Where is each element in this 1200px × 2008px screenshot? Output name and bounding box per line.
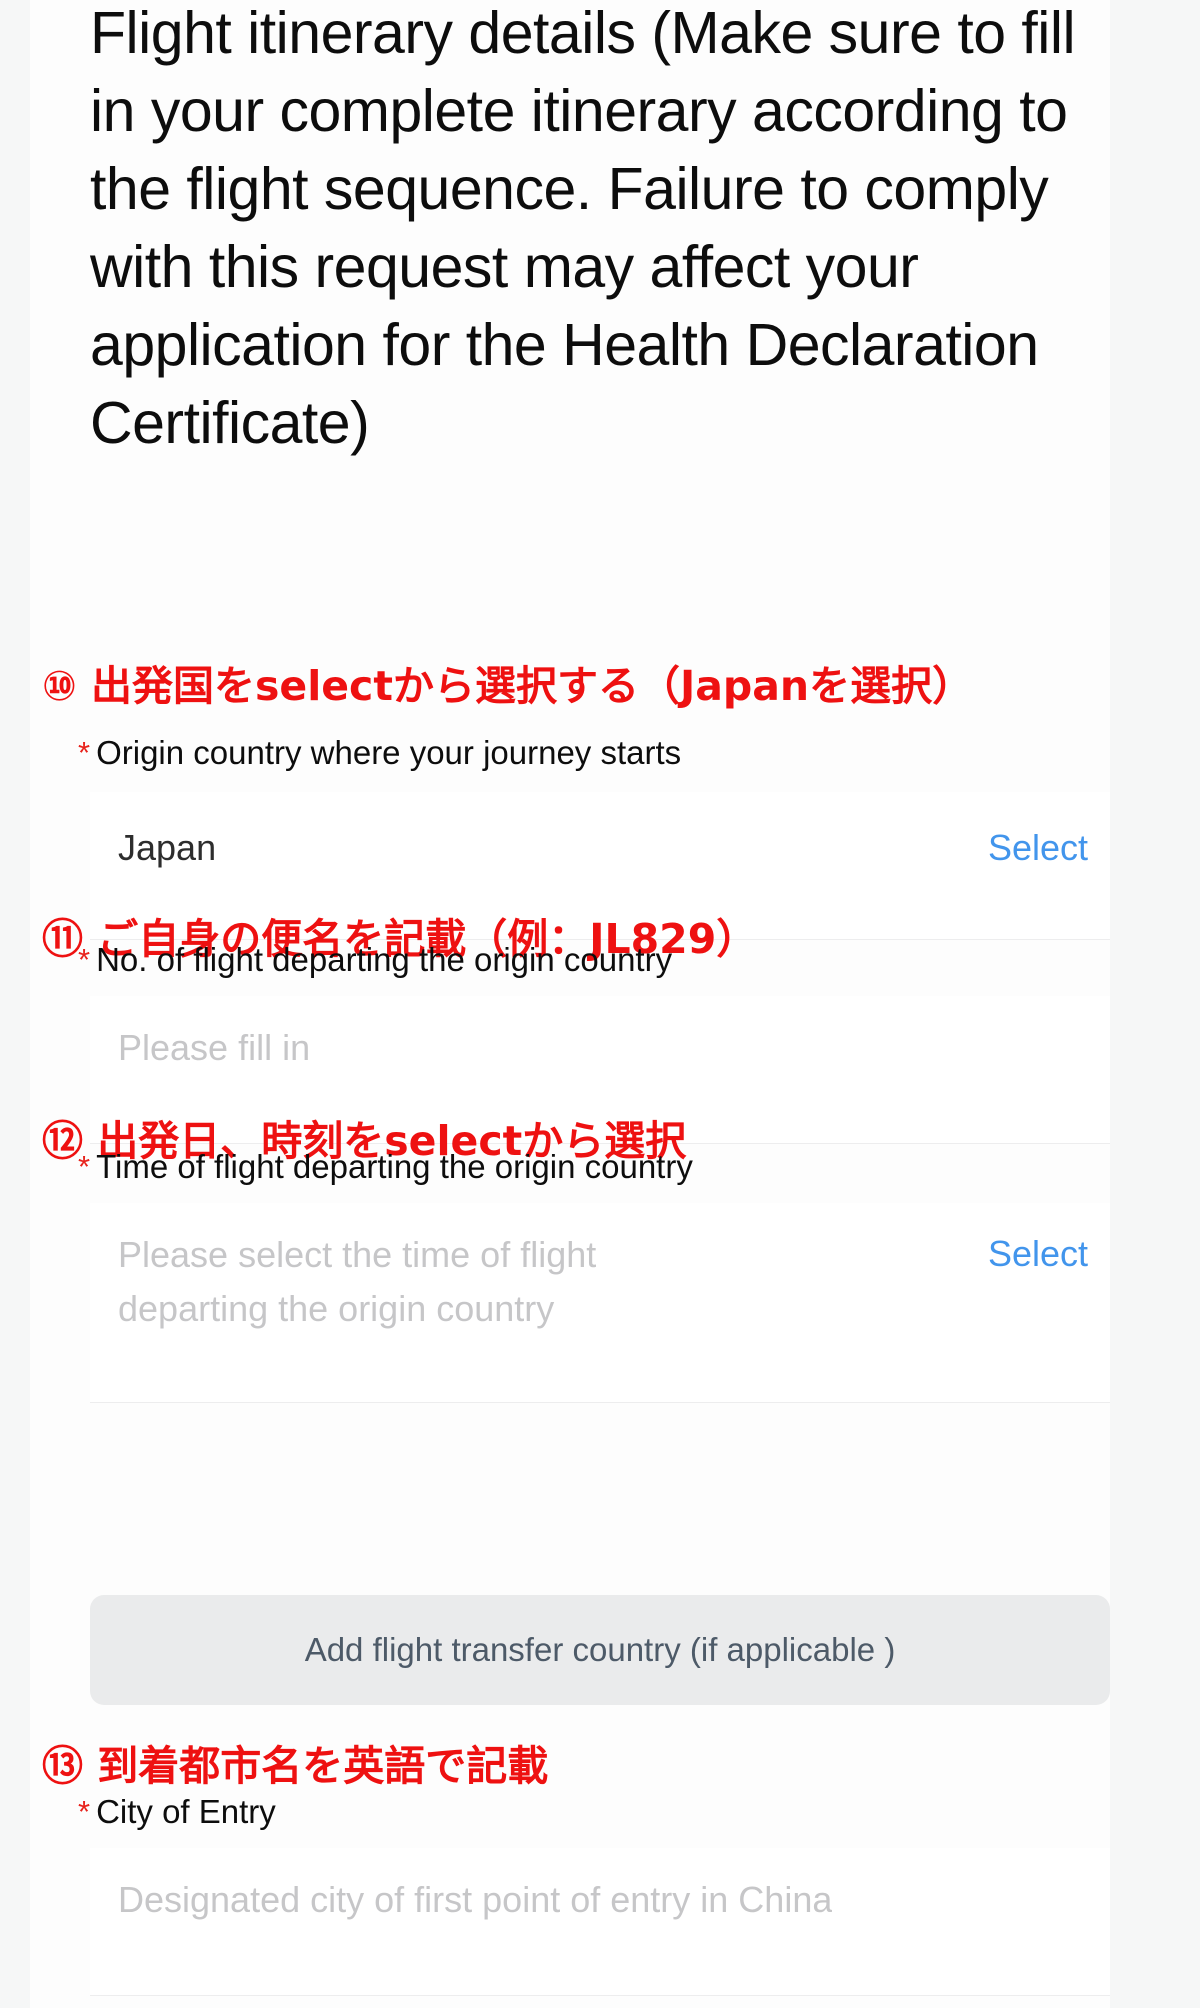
label-flight-time: * Time of flight departing the origin cou… [78,1147,693,1187]
required-asterisk-city-of-entry: * [78,1794,91,1829]
page-background: Flight itinerary details (Make sure to f… [0,0,1200,2008]
label-origin-country: * Origin country where your journey start… [78,733,681,773]
form-card: Flight itinerary details (Make sure to f… [30,0,1110,2008]
city-of-entry-input[interactable]: Designated city of first point of entry … [118,1873,832,1927]
add-flight-transfer-country-label: Add flight transfer country (if applicab… [304,1631,896,1668]
required-asterisk-origin-country: * [78,735,91,770]
field-flight-time[interactable]: Please select the time of flight departi… [90,1203,1110,1403]
label-city-of-entry: * City of Entry [78,1792,276,1832]
origin-country-value: Japan [118,827,217,868]
divider [90,1402,1110,1403]
required-asterisk-flight-number: * [78,942,91,977]
flight-time-select-button[interactable]: Select [988,1228,1088,1280]
label-flight-number-text: No. of flight departing the origin count… [96,941,673,978]
origin-country-select-button[interactable]: Select [988,822,1088,874]
add-flight-transfer-country-button[interactable]: Add flight transfer country (if applicab… [90,1595,1110,1705]
required-asterisk-flight-time: * [78,1149,91,1184]
flight-time-input[interactable]: Please select the time of flight departi… [118,1228,718,1336]
flight-number-input[interactable]: Please fill in [118,1021,310,1075]
label-flight-time-text: Time of flight departing the origin coun… [96,1148,693,1185]
label-origin-country-text: Origin country where your journey starts [96,734,682,771]
page-title: Flight itinerary details (Make sure to f… [90,0,1092,456]
field-city-of-entry[interactable]: Designated city of first point of entry … [90,1848,1110,1996]
annotation-10: ⑩ 出発国をselectから選択する（Japanを選択） [42,662,974,710]
annotation-13: ⑬ 到着都市名を英語で記載 [42,1742,549,1790]
divider [90,1995,1110,1996]
label-city-of-entry-text: City of Entry [96,1793,276,1830]
label-flight-number: * No. of flight departing the origin coun… [78,940,672,980]
